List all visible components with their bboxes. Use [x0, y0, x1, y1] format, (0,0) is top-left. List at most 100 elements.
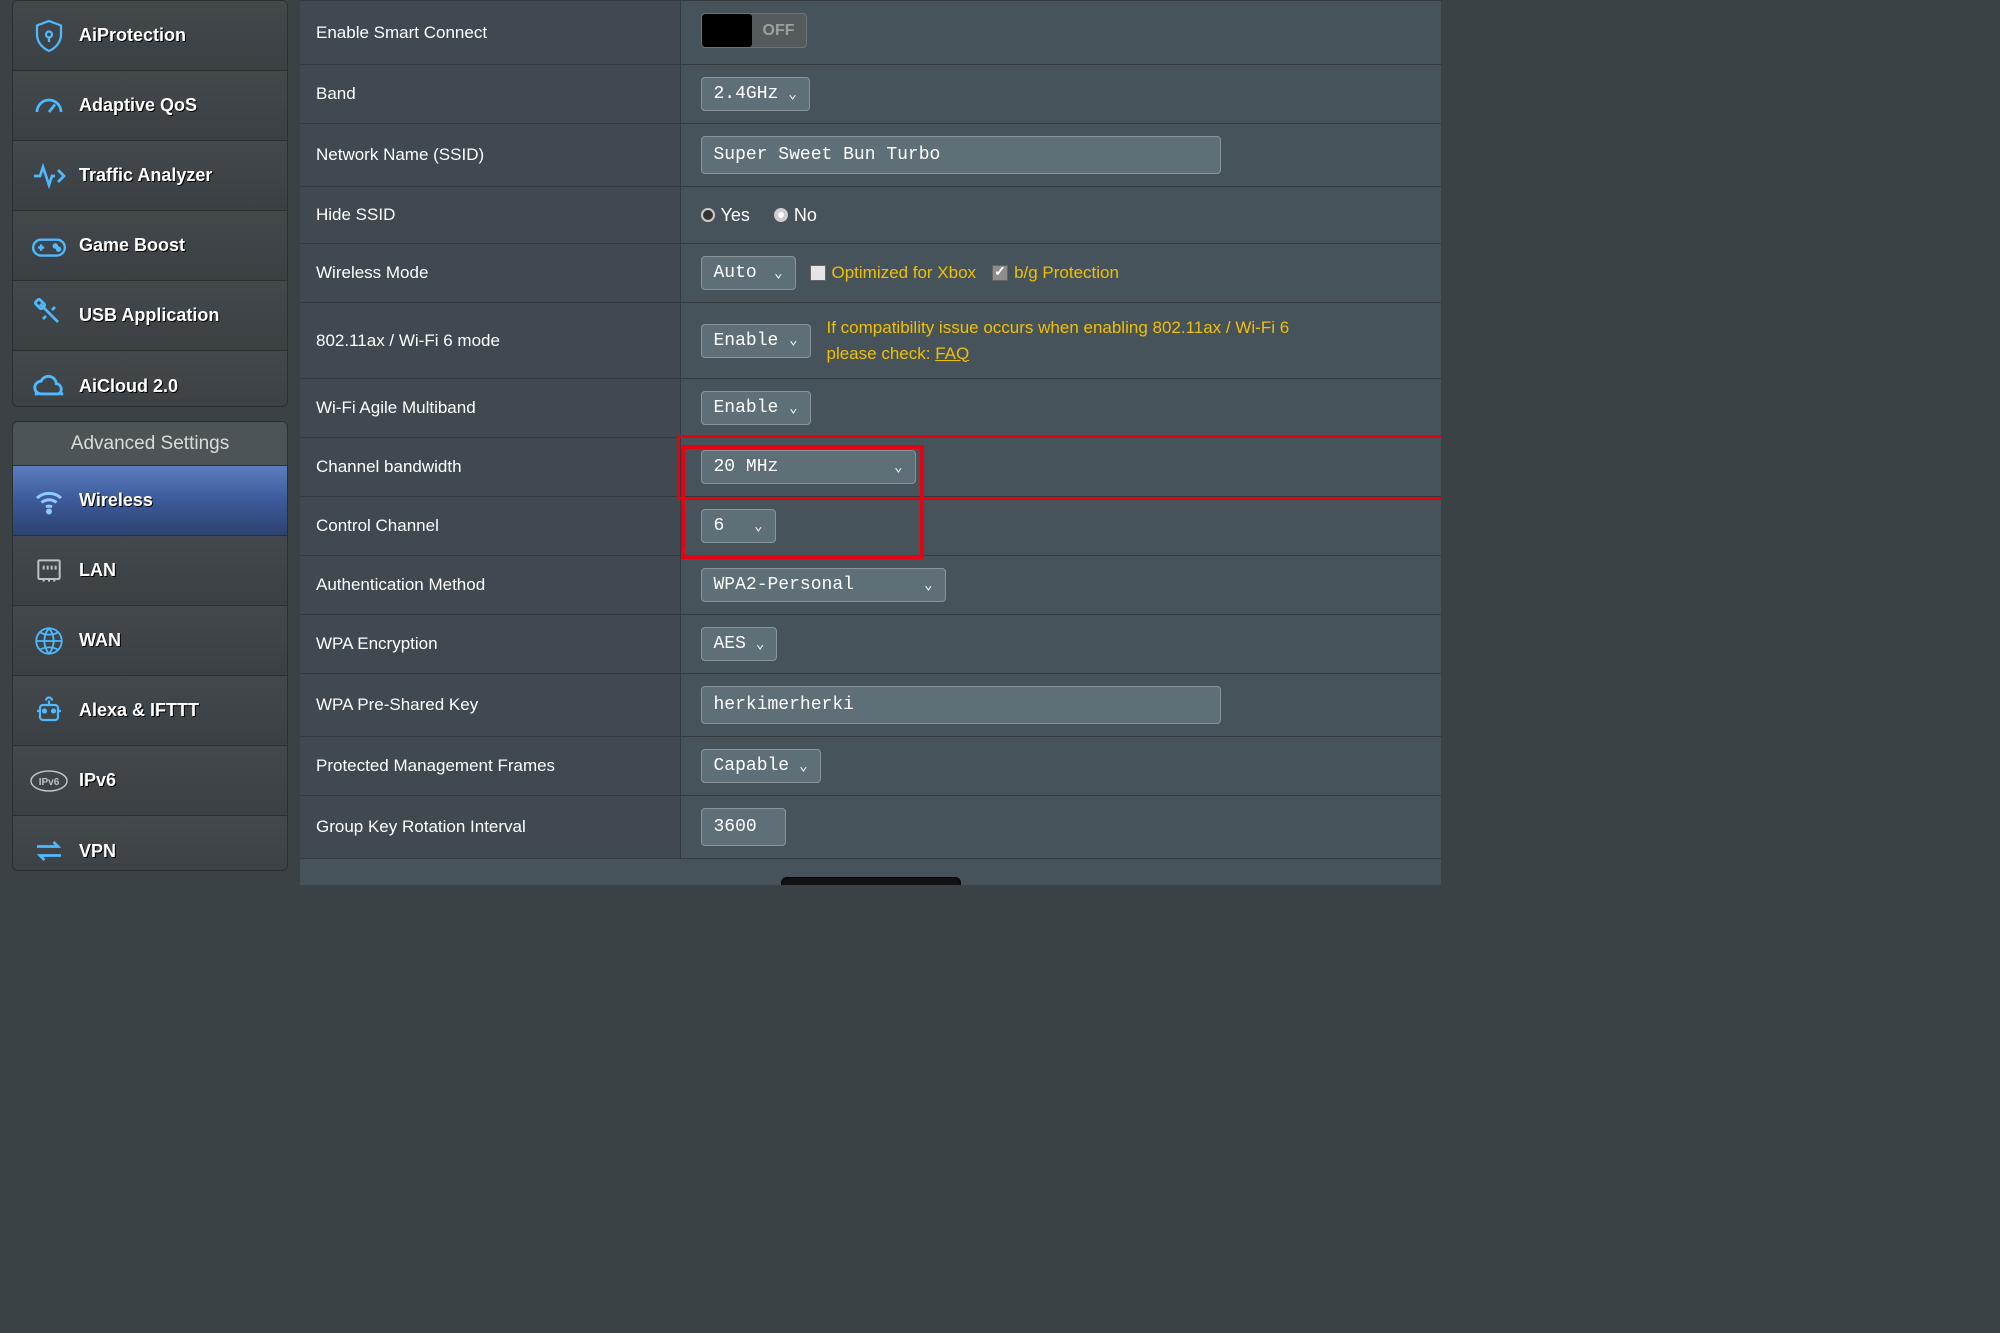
- bandwidth-select[interactable]: 20 MHz ⌄: [701, 450, 916, 484]
- sidebar-item-gameboost[interactable]: Game Boost: [13, 211, 287, 281]
- ethernet-icon: [29, 551, 69, 591]
- row-band: Band 2.4GHz ⌄: [300, 65, 1441, 124]
- row-psk: WPA Pre-Shared Key: [300, 674, 1441, 737]
- xbox-checkbox[interactable]: [810, 265, 826, 281]
- row-apply: Apply: [300, 859, 1441, 886]
- globe-icon: [29, 621, 69, 661]
- chevron-down-icon: ⌄: [756, 636, 764, 653]
- label-ssid: Network Name (SSID): [300, 124, 680, 187]
- chevron-down-icon: ⌄: [799, 758, 807, 775]
- row-auth: Authentication Method WPA2-Personal ⌄: [300, 556, 1441, 615]
- sidebar-item-label: VPN: [79, 841, 116, 862]
- label-hide-ssid: Hide SSID: [300, 187, 680, 244]
- hide-ssid-yes-radio[interactable]: [701, 208, 715, 222]
- row-bandwidth: Channel bandwidth 20 MHz ⌄: [300, 438, 1441, 497]
- sidebar: AiProtection Adaptive QoS Traffic Analyz…: [0, 0, 300, 885]
- wpa-enc-select[interactable]: AES ⌄: [701, 627, 778, 661]
- sidebar-item-adaptiveqos[interactable]: Adaptive QoS: [13, 71, 287, 141]
- sidebar-general-group: AiProtection Adaptive QoS Traffic Analyz…: [12, 0, 288, 407]
- apply-button[interactable]: Apply: [781, 877, 961, 885]
- wireless-mode-value: Auto: [714, 263, 757, 283]
- sidebar-item-ipv6[interactable]: IPv6 IPv6: [13, 746, 287, 816]
- svg-text:IPv6: IPv6: [39, 777, 60, 788]
- sidebar-item-usb[interactable]: USB Application: [13, 281, 287, 351]
- ax-mode-select[interactable]: Enable ⌄: [701, 324, 811, 358]
- faq-link[interactable]: FAQ: [935, 344, 969, 363]
- sidebar-advanced-group: Advanced Settings Wireless LAN WAN: [12, 421, 288, 871]
- hide-ssid-no-radio[interactable]: [774, 208, 788, 222]
- hide-ssid-yes-label: Yes: [721, 205, 750, 226]
- pulse-icon: [29, 156, 69, 196]
- xbox-label: Optimized for Xbox: [832, 263, 977, 283]
- toggle-off-text: OFF: [752, 22, 806, 40]
- sidebar-item-label: IPv6: [79, 770, 116, 791]
- chevron-down-icon: ⌄: [788, 86, 796, 103]
- sidebar-item-vpn[interactable]: VPN: [13, 816, 287, 871]
- wpa-enc-value: AES: [714, 634, 746, 654]
- main-content: Enable Smart Connect OFF Band 2.4GHz ⌄: [300, 0, 1441, 885]
- sidebar-item-label: Alexa & IFTTT: [79, 700, 199, 721]
- sidebar-item-lan[interactable]: LAN: [13, 536, 287, 606]
- bandwidth-value: 20 MHz: [714, 457, 779, 477]
- hide-ssid-no-label: No: [794, 205, 817, 226]
- advanced-settings-header: Advanced Settings: [13, 422, 287, 466]
- sidebar-item-aiprotection[interactable]: AiProtection: [13, 1, 287, 71]
- sidebar-item-wan[interactable]: WAN: [13, 606, 287, 676]
- smart-connect-toggle[interactable]: OFF: [701, 13, 807, 48]
- wireless-mode-select[interactable]: Auto ⌄: [701, 256, 796, 290]
- sidebar-item-alexa[interactable]: Alexa & IFTTT: [13, 676, 287, 746]
- gauge-icon: [29, 86, 69, 126]
- sidebar-item-label: Traffic Analyzer: [79, 165, 212, 186]
- gamepad-icon: [29, 226, 69, 266]
- label-control-channel: Control Channel: [300, 497, 680, 556]
- chevron-down-icon: ⌄: [754, 518, 762, 535]
- row-wireless-mode: Wireless Mode Auto ⌄ Optimized for Xbox …: [300, 244, 1441, 303]
- label-agile: Wi-Fi Agile Multiband: [300, 379, 680, 438]
- row-ax-mode: 802.11ax / Wi-Fi 6 mode Enable ⌄ If comp…: [300, 303, 1441, 379]
- gkr-input[interactable]: [701, 808, 786, 846]
- usb-icon: [29, 296, 69, 336]
- toggle-knob: [702, 14, 752, 47]
- band-select[interactable]: 2.4GHz ⌄: [701, 77, 810, 111]
- label-auth: Authentication Method: [300, 556, 680, 615]
- sidebar-item-label: LAN: [79, 560, 116, 581]
- label-gkr: Group Key Rotation Interval: [300, 796, 680, 859]
- label-smart-connect: Enable Smart Connect: [300, 1, 680, 65]
- sidebar-item-wireless[interactable]: Wireless: [13, 466, 287, 536]
- ipv6-icon: IPv6: [29, 761, 69, 801]
- sidebar-item-aicloud[interactable]: AiCloud 2.0: [13, 351, 287, 407]
- chevron-down-icon: ⌄: [924, 577, 932, 594]
- row-agile: Wi-Fi Agile Multiband Enable ⌄: [300, 379, 1441, 438]
- sidebar-item-label: Game Boost: [79, 235, 185, 256]
- row-smart-connect: Enable Smart Connect OFF: [300, 1, 1441, 65]
- ax-hint: If compatibility issue occurs when enabl…: [827, 315, 1290, 366]
- pmf-select[interactable]: Capable ⌄: [701, 749, 821, 783]
- cloud-icon: [29, 366, 69, 406]
- auth-value: WPA2-Personal: [714, 575, 854, 595]
- robot-icon: [29, 691, 69, 731]
- sidebar-item-label: AiCloud 2.0: [79, 376, 178, 397]
- sidebar-item-label: AiProtection: [79, 25, 186, 46]
- chevron-down-icon: ⌄: [894, 459, 902, 476]
- chevron-down-icon: ⌄: [789, 332, 797, 349]
- sidebar-item-traffic[interactable]: Traffic Analyzer: [13, 141, 287, 211]
- row-control-channel: Control Channel 6 ⌄: [300, 497, 1441, 556]
- swap-icon: [29, 831, 69, 871]
- pmf-value: Capable: [714, 756, 790, 776]
- bg-protection-checkbox[interactable]: [992, 265, 1008, 281]
- row-wpa-enc: WPA Encryption AES ⌄: [300, 615, 1441, 674]
- row-gkr: Group Key Rotation Interval: [300, 796, 1441, 859]
- sidebar-item-label: WAN: [79, 630, 121, 651]
- settings-table: Enable Smart Connect OFF Band 2.4GHz ⌄: [300, 0, 1441, 885]
- row-pmf: Protected Management Frames Capable ⌄: [300, 737, 1441, 796]
- control-channel-select[interactable]: 6 ⌄: [701, 509, 776, 543]
- row-ssid: Network Name (SSID): [300, 124, 1441, 187]
- agile-value: Enable: [714, 398, 779, 418]
- label-bandwidth: Channel bandwidth: [300, 438, 680, 497]
- ssid-input[interactable]: [701, 136, 1221, 174]
- control-channel-value: 6: [714, 516, 725, 536]
- auth-select[interactable]: WPA2-Personal ⌄: [701, 568, 946, 602]
- sidebar-item-label: Wireless: [79, 490, 153, 511]
- psk-input[interactable]: [701, 686, 1221, 724]
- agile-select[interactable]: Enable ⌄: [701, 391, 811, 425]
